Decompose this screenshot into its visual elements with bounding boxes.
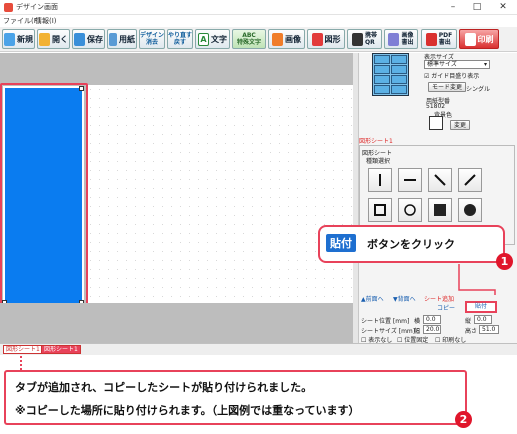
app-icon [4,3,13,12]
shape-rect-outline[interactable] [368,198,392,222]
horizontal-input[interactable]: 0.0 [423,315,441,324]
paste-button[interactable]: 貼付 [465,301,497,313]
send-back-tab[interactable]: ▼背面へ [393,294,416,303]
text-button[interactable]: A 文字 [195,29,230,49]
sheet-size-label: シートサイズ [mm] [361,328,416,335]
horizontal-line-icon [404,179,416,181]
shape-circle-filled[interactable] [458,198,482,222]
callout-2-line-1: タブが追加され、コピーしたシートが貼り付けられました。 [15,381,313,394]
width-label: 幅 [414,328,421,335]
design-clear-button[interactable]: デザイン 消去 [139,29,165,49]
shape-icon [311,32,323,46]
sheet-position-label: シート位置 [mm] [361,318,410,325]
title-bar: デザイン画面 – □ ✕ [0,0,517,15]
callout-1-text: ボタンをクリック [367,238,455,251]
paste-tag-label: 貼付 [326,234,356,252]
callout-2-connector [20,356,22,370]
print-button[interactable]: 印刷 [459,29,499,49]
menu-bar: ファイル(F) 情報(I) [0,15,517,27]
width-input[interactable]: 20.0 [423,325,441,334]
copy-button[interactable]: コピー [437,303,455,312]
shape-horizontal-line[interactable] [398,168,422,192]
sheet-add-tab[interactable]: シート追加 [424,294,454,303]
paper-button[interactable]: 用紙 [107,29,137,49]
shape-vertical-line[interactable] [368,168,392,192]
horizontal-label: 横 [414,318,421,325]
circle-outline-icon [404,204,416,216]
pdf-export-button[interactable]: PDF 書出 [421,29,457,49]
folder-icon [39,32,50,46]
close-button[interactable]: ✕ [492,0,514,14]
shape-sheet-title: 図形シート1 [359,138,393,145]
chevron-down-icon: ▾ [483,61,487,68]
shape-rect-filled[interactable] [428,198,452,222]
save-button[interactable]: 保存 [72,29,105,49]
qr-button[interactable]: 携帯 QR [347,29,382,49]
window-title: デザイン画面 [16,3,58,11]
diagonal-down-icon [434,174,446,186]
instruction-callout-1: 貼付 ボタンをクリック [318,225,505,263]
step-2-badge: 2 [455,411,472,428]
paper-surface[interactable] [86,85,353,304]
square-outline-icon [374,204,386,216]
image-export-button[interactable]: 画像 書出 [384,29,418,49]
layout-thumbnail[interactable] [372,53,409,96]
bg-color-change-button[interactable]: 変更 [450,120,471,130]
square-filled-icon [434,204,446,216]
vertical-input[interactable]: 0.0 [474,315,492,324]
resize-handle-top-right[interactable] [79,86,84,91]
save-icon [74,32,85,46]
printer-icon [464,32,476,46]
shape-circle-outline[interactable] [398,198,422,222]
shape-button[interactable]: 図形 [307,29,345,49]
paper-icon [109,32,117,46]
maximize-button[interactable]: □ [466,0,488,14]
undo-button[interactable]: やり直す 戻す [167,29,193,49]
image-button[interactable]: 画像 [268,29,305,49]
export-image-icon [388,32,400,46]
mode-change-button[interactable]: モード変更 [428,82,467,92]
height-input[interactable]: 51.0 [479,325,499,334]
instruction-callout-2: タブが追加され、コピーしたシートが貼り付けられました。 ※コピーした場所に貼り付… [4,370,467,425]
callout-2-line-2: ※コピーした場所に貼り付けられます。（上図例では重なっています） [15,404,360,417]
diagonal-up-icon [464,174,476,186]
text-a-icon: A [198,32,209,46]
display-size-select[interactable]: 標準サイズ ▾ [424,60,490,69]
bring-front-tab[interactable]: ▲前面へ [361,294,384,303]
sheet-highlight-outline [0,83,88,312]
toolbar: 新規 開く 保存 用紙 デザイン 消去 やり直す 戻す A 文字 ABC 特殊文… [0,27,517,52]
pdf-icon [425,32,437,46]
vertical-label: 縦 [465,318,472,325]
menu-info[interactable]: 情報(I) [35,16,57,26]
new-button[interactable]: 新規 [2,29,35,49]
qr-code-icon [351,32,363,46]
canvas-bottom-area [0,303,353,343]
bg-color-swatch[interactable] [429,116,443,130]
height-label: 高さ [465,328,478,335]
paper-number-value: 51802 [426,103,446,110]
vertical-line-icon [379,174,381,186]
sheet-tab-1[interactable]: 図形シート1 [3,345,43,354]
new-doc-icon [4,32,15,46]
special-text-button[interactable]: ABC 特殊文字 [232,29,266,49]
type-select-label: 種類選択 [366,158,391,165]
minimize-button[interactable]: – [442,0,464,14]
mode-value: シングル [466,86,491,93]
open-button[interactable]: 開く [37,29,70,49]
shape-diagonal-up[interactable] [458,168,482,192]
image-icon [272,32,283,46]
circle-filled-icon [464,204,476,216]
guide-checkbox[interactable]: ☑ ガイド目盛り表示 [424,71,479,80]
shape-diagonal-down[interactable] [428,168,452,192]
sheet-tab-2[interactable]: 図形シート1 [41,345,81,354]
